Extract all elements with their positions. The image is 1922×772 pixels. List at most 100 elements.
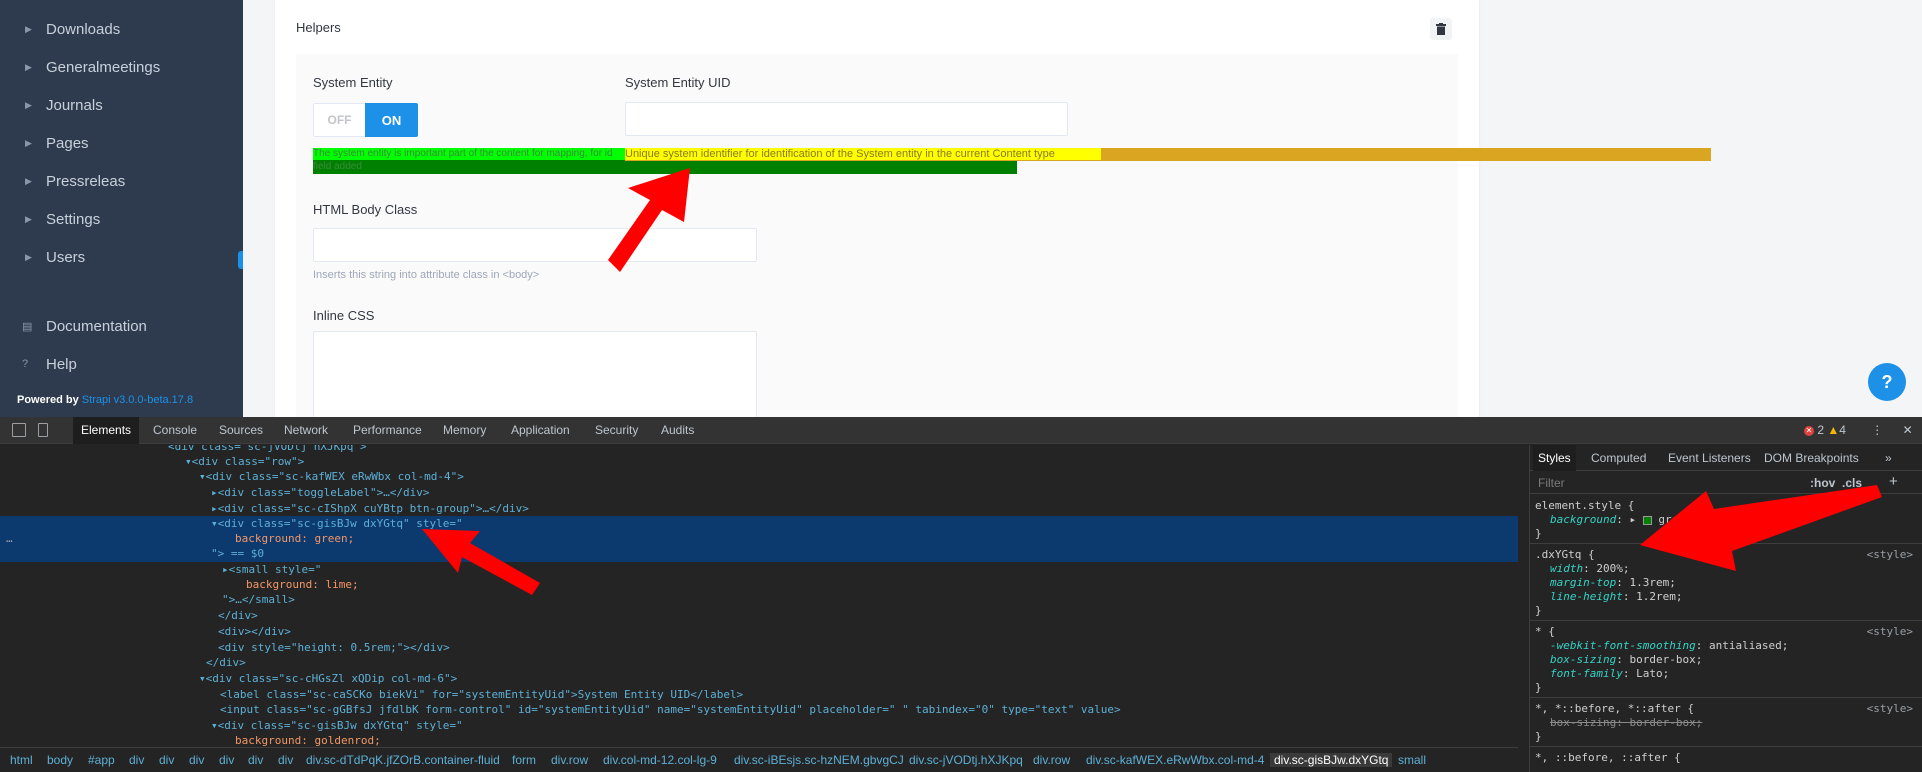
new-rule-icon[interactable]: + — [1889, 473, 1898, 490]
caret-right-icon: ▶ — [25, 100, 32, 110]
crumb[interactable]: div.sc-dTdPqK.jfZOrB.container-fluid — [306, 753, 500, 767]
tab-network[interactable]: Network — [276, 417, 336, 444]
dom-node-selected[interactable]: … ▾<div class="sc-gisBJw dxYGtq" style="… — [0, 516, 1518, 562]
sidebar-item-label: Help — [46, 356, 77, 373]
filter-input[interactable]: Filter — [1538, 476, 1565, 490]
crumb[interactable]: form — [512, 753, 536, 767]
dom-node[interactable]: ">…</small> — [0, 592, 1518, 607]
crumb[interactable]: div.row — [1033, 753, 1070, 767]
crumb[interactable]: #app — [88, 753, 115, 767]
tab-styles[interactable]: Styles — [1533, 445, 1576, 471]
tab-security[interactable]: Security — [587, 417, 646, 444]
powered-by: Powered by Strapi v3.0.0-beta.17.8 — [17, 394, 193, 406]
strapi-version-link[interactable]: Strapi v3.0.0-beta.17.8 — [82, 394, 193, 406]
crumb[interactable]: div — [189, 753, 204, 767]
sidebar-item-journals[interactable]: ▶ Journals — [0, 91, 243, 121]
dom-node[interactable]: <div class="sc-jVODtj hXJKpq"> — [0, 445, 1518, 454]
tab-event-listeners[interactable]: Event Listeners — [1663, 445, 1756, 471]
dom-node[interactable]: ▾<div class="row"> — [0, 454, 1518, 469]
crumb[interactable]: html — [10, 753, 33, 767]
tab-memory[interactable]: Memory — [435, 417, 494, 444]
dom-node[interactable]: ▾<div class="sc-kafWEX eRwWbx col-md-4"> — [0, 469, 1518, 484]
dom-node[interactable]: ▾<div class="sc-cHGsZl xQDip col-md-6"> — [0, 671, 1518, 686]
dom-node[interactable]: ▾<div class="sc-gisBJw dxYGtq" style=" — [0, 718, 1518, 733]
sidebar-item-pages[interactable]: ▶ Pages — [0, 129, 243, 159]
rule-divider — [1530, 746, 1922, 747]
sidebar-item-documentation[interactable]: ▤ Documentation — [0, 312, 243, 342]
rule-source-link[interactable]: <style> — [1867, 702, 1913, 716]
sidebar-item-pressreleas[interactable]: ▶ Pressreleas — [0, 167, 243, 197]
rule-before-after-selector-2: *, ::before, ::after { — [1535, 751, 1681, 764]
more-tabs-icon[interactable]: » — [1880, 445, 1897, 471]
dom-node[interactable]: </div> — [0, 608, 1518, 623]
crumb[interactable]: div.row — [551, 753, 588, 767]
dom-node[interactable]: ▸<div class="toggleLabel">…</div> — [0, 485, 1518, 500]
toggle-off-option[interactable]: OFF — [314, 104, 365, 136]
rule-prop[interactable]: box-sizing: border-box; — [1530, 653, 1922, 667]
rule-prop[interactable]: -webkit-font-smoothing: antialiased; — [1530, 639, 1922, 653]
issue-counter[interactable]: ✕ 2 ▲4 ⋮ ✕ — [1804, 423, 1913, 437]
rule-prop-overridden[interactable]: box-sizing: border-box; — [1530, 716, 1922, 730]
system-entity-toggle[interactable]: OFF ON — [313, 103, 418, 137]
dom-node[interactable]: ▸<div class="sc-cIShpX cuYBtp btn-group"… — [0, 501, 1518, 516]
tab-dom-breakpoints[interactable]: DOM Breakpoints — [1759, 445, 1864, 471]
error-icon: ✕ — [1804, 425, 1814, 436]
annotation-arrow — [1640, 485, 1882, 571]
rule-source-link[interactable]: <style> — [1867, 625, 1913, 639]
dom-node[interactable]: </div> — [0, 655, 1518, 670]
tab-performance[interactable]: Performance — [345, 417, 430, 444]
dom-node[interactable]: <label class="sc-caSCKo biekVi" for="sys… — [0, 687, 1518, 702]
rule-divider — [1530, 697, 1922, 698]
crumb[interactable]: div.sc-iBEsjs.sc-hzNEM.gbvgCJ — [734, 753, 904, 767]
rule-prop[interactable]: font-family: Lato; — [1530, 667, 1922, 681]
inspect-element-icon[interactable] — [12, 423, 26, 437]
more-icon[interactable]: … — [6, 531, 13, 546]
dom-node[interactable]: <div style="height: 0.5rem;"></div> — [0, 640, 1518, 655]
crumb[interactable]: small — [1398, 753, 1426, 767]
crumb[interactable]: div — [219, 753, 234, 767]
caret-right-icon: ▶ — [25, 176, 32, 186]
devtools-toolbar: Elements Console Sources Network Perform… — [0, 417, 1922, 444]
crumb[interactable]: div — [248, 753, 263, 767]
sidebar-item-help[interactable]: ? Help — [0, 350, 243, 380]
tab-application[interactable]: Application — [503, 417, 578, 444]
help-button[interactable]: ? — [1868, 363, 1906, 401]
dom-node[interactable]: background: goldenrod; — [0, 733, 1518, 747]
rule-prop[interactable]: line-height: 1.2rem; — [1530, 590, 1922, 604]
more-vert-icon[interactable]: ⋮ — [1871, 423, 1883, 437]
crumb[interactable]: div — [129, 753, 144, 767]
warning-icon: ▲ — [1827, 423, 1840, 437]
delete-button[interactable] — [1430, 18, 1452, 40]
tab-computed[interactable]: Computed — [1586, 445, 1651, 471]
tab-console[interactable]: Console — [145, 417, 205, 444]
close-icon[interactable]: ✕ — [1903, 423, 1913, 437]
dom-node[interactable]: ▸<small style=" — [0, 562, 1518, 577]
book-icon: ▤ — [22, 321, 33, 333]
dom-node[interactable]: <input class="sc-gGBfsJ jfdlbK form-cont… — [0, 702, 1518, 717]
sidebar-item-users[interactable]: ▶ Users — [0, 243, 243, 273]
device-toolbar-icon[interactable] — [38, 423, 48, 437]
rule-before-after-selector: *, *::before, *::after {<style> — [1535, 702, 1913, 716]
sidebar-item-generalmeetings[interactable]: ▶ Generalmeetings — [0, 53, 243, 83]
crumb[interactable]: div.col-md-12.col-lg-9 — [603, 753, 717, 767]
crumb[interactable]: body — [47, 753, 73, 767]
main-content: Helpers System Entity OFF ON System Enti… — [243, 0, 1922, 417]
inline-css-textarea[interactable] — [313, 331, 757, 417]
crumb[interactable]: div — [278, 753, 293, 767]
sidebar-item-settings[interactable]: ▶ Settings — [0, 205, 243, 235]
tab-elements[interactable]: Elements — [73, 417, 140, 444]
system-uid-hint: Unique system identifier for identificat… — [625, 148, 1101, 160]
tab-sources[interactable]: Sources — [211, 417, 271, 444]
sidebar-item-downloads[interactable]: ▶ Downloads — [0, 15, 243, 45]
crumb[interactable]: div.sc-jVODtj.hXJKpq — [909, 753, 1023, 767]
dom-node[interactable]: background: lime; — [0, 577, 1518, 592]
dom-node[interactable]: <div></div> — [0, 624, 1518, 639]
tab-audits[interactable]: Audits — [653, 417, 702, 444]
crumb[interactable]: div — [159, 753, 174, 767]
dom-tree[interactable]: <div class="sc-jVODtj hXJKpq"> ▾<div cla… — [0, 445, 1518, 747]
crumb[interactable]: div.sc-kafWEX.eRwWbx.col-md-4 — [1086, 753, 1264, 767]
rule-close: } — [1535, 604, 1542, 617]
toggle-on-option[interactable]: ON — [365, 103, 418, 137]
crumb-active[interactable]: div.sc-gisBJw.dxYGtq — [1270, 753, 1393, 767]
system-entity-uid-input[interactable] — [625, 102, 1068, 136]
